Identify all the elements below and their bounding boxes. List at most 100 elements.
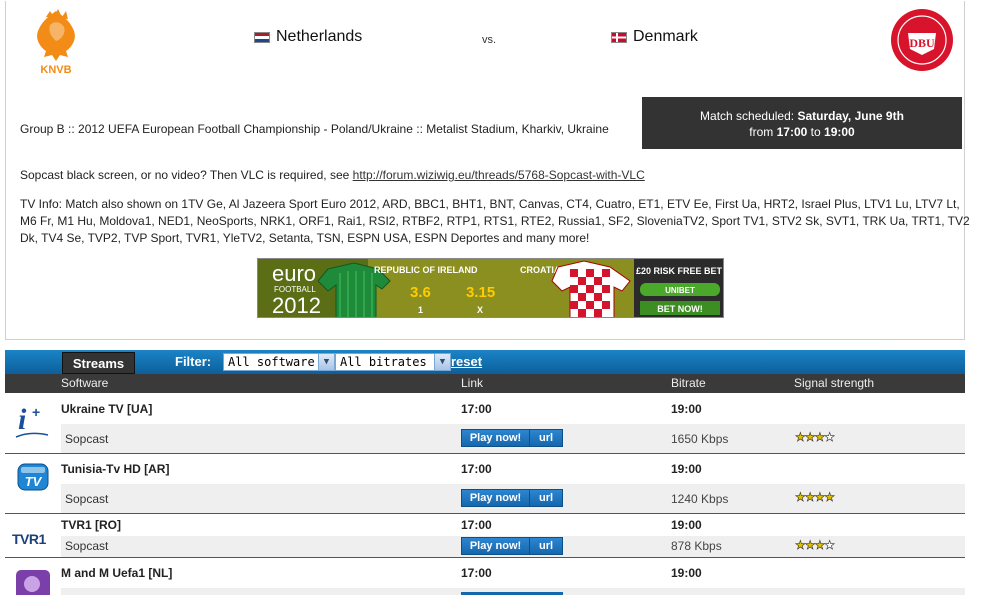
stream-start: 17:00 (461, 462, 492, 476)
star-filled-icon: ★ (814, 538, 825, 553)
match-info: Group B :: 2012 UEFA European Football C… (20, 122, 609, 136)
table-row: M and M Uefa1 [NL] 17:00 19:00 (5, 558, 965, 595)
star-filled-icon: ★ (824, 490, 835, 505)
column-software: Software (61, 376, 109, 390)
table-row: i + Ukraine TV [UA] 17:00 19:00 Sopcast … (5, 393, 965, 453)
table-row: TV Tunisia-Tv HD [AR] 17:00 19:00 Sopcas… (5, 454, 965, 513)
stream-name: Tunisia-Tv HD [AR] (61, 462, 170, 476)
signal-stars: ★★★★ (795, 538, 836, 553)
stream-details: Sopcast Play now! url 1240 Kbps ★★★★ (61, 484, 965, 513)
star-filled-icon: ★ (795, 490, 806, 505)
software-select-value: All software (228, 355, 315, 369)
vs-label: vs. (482, 34, 497, 46)
ad-brand: UNIBET (665, 286, 695, 295)
play-now-label[interactable]: Play now! (462, 538, 530, 554)
url-button[interactable]: url (530, 430, 562, 446)
play-now-label[interactable]: Play now! (462, 490, 530, 506)
stream-start: 17:00 (461, 566, 492, 580)
star-filled-icon: ★ (804, 430, 815, 445)
schedule-to: to (810, 125, 821, 139)
star-filled-icon: ★ (804, 538, 815, 553)
mm-logo-icon (16, 570, 50, 595)
signal-stars: ★★★★ (795, 490, 836, 505)
column-signal: Signal strength (794, 376, 875, 390)
stream-end: 19:00 (671, 566, 702, 580)
home-team-name: Netherlands (276, 28, 363, 45)
tvr1-logo-text: TVR1 (12, 531, 47, 547)
vlc-notice: Sopcast black screen, or no video? Then … (20, 167, 645, 184)
schedule-date: Saturday, June 9th (797, 109, 904, 123)
knvb-logo-icon: KNVB (37, 9, 75, 75)
stream-bitrate: 1650 Kbps (671, 432, 729, 446)
chevron-down-icon[interactable]: ▼ (318, 354, 334, 370)
stream-start: 17:00 (461, 402, 492, 416)
ad-banner[interactable]: euro FOOTBALL 2012 REPUBLIC OF IRELAND C… (257, 258, 724, 318)
stream-software: Sopcast (65, 539, 109, 553)
tunisia-tv-logo-icon: TV (17, 463, 49, 491)
ad-banner-graphic: euro FOOTBALL 2012 REPUBLIC OF IRELAND C… (258, 259, 723, 318)
star-filled-icon: ★ (814, 490, 825, 505)
stream-name: M and M Uefa1 [NL] (61, 566, 173, 580)
schedule-from: from (749, 125, 774, 139)
ad-promo: £20 RISK FREE BET (636, 266, 723, 276)
star-filled-icon: ★ (795, 538, 806, 553)
ad-odd1-label: 1 (418, 305, 423, 315)
denmark-flag-icon (611, 31, 627, 43)
star-filled-icon: ★ (804, 490, 815, 505)
stream-start: 17:00 (461, 518, 492, 532)
star-empty-icon: ★ (824, 538, 835, 553)
ad-oddx: 3.15 (466, 284, 495, 301)
schedule-box: Match scheduled: Saturday, June 9th from… (642, 97, 962, 149)
tvr1-logo-icon: TVR1 (12, 531, 47, 547)
star-empty-icon: ★ (824, 430, 835, 445)
netherlands-flag-icon (254, 31, 270, 43)
play-now-button[interactable]: Play now! url (461, 429, 563, 447)
stream-end: 19:00 (671, 462, 702, 476)
stream-details: Sopcast Play now! url 1650 Kbps ★★★★ (61, 424, 965, 453)
chevron-down-icon[interactable]: ▼ (434, 354, 450, 370)
play-now-button[interactable]: Play now! url (461, 537, 563, 555)
svg-text:i: i (18, 403, 27, 436)
away-team: Denmark (611, 28, 698, 46)
bitrate-select-value: All bitrates (340, 355, 427, 369)
tv-info: TV Info: Match also shown on 1TV Ge, Al … (20, 197, 970, 245)
stream-software: Sopcast (65, 492, 109, 506)
stream-details: Sopcast Play now! url 878 Kbps ★★★★ (61, 536, 965, 557)
stream-details (61, 588, 965, 595)
vlc-forum-link[interactable]: http://forum.wiziwig.eu/threads/5768-Sop… (353, 168, 645, 182)
tab-streams[interactable]: Streams (62, 352, 135, 374)
column-header: Software Link Bitrate Signal strength (5, 374, 965, 393)
reset-link[interactable]: reset (451, 354, 482, 369)
ad-oddx-label: X (477, 305, 483, 315)
away-team-name: Denmark (633, 28, 698, 45)
table-row: TVR1 TVR1 [RO] 17:00 19:00 Sopcast Play … (5, 514, 965, 557)
stream-name: TVR1 [RO] (61, 518, 121, 532)
play-now-label[interactable]: Play now! (462, 430, 530, 446)
stream-end: 19:00 (671, 402, 702, 416)
i-plus-logo-icon: i + (15, 403, 49, 438)
schedule-end: 19:00 (824, 125, 855, 139)
svg-text:+: + (32, 404, 40, 420)
software-select[interactable]: All software ▼ (223, 353, 335, 371)
url-button[interactable]: url (530, 538, 562, 554)
ad-year: 2012 (272, 293, 321, 318)
dbu-logo-icon: DBU (891, 9, 953, 71)
ad-euro: euro (272, 261, 316, 286)
streams-toolbar: Streams Filter: All software ▼ All bitra… (5, 350, 965, 374)
schedule-prefix: Match scheduled: (700, 109, 795, 123)
stream-bitrate: 878 Kbps (671, 539, 722, 553)
bitrate-select[interactable]: All bitrates ▼ (335, 353, 451, 371)
match-panel: KNVB Netherlands vs. Denmark DBU Match s… (5, 1, 970, 340)
home-team: Netherlands (254, 28, 362, 46)
stream-name: Ukraine TV [UA] (61, 402, 153, 416)
url-button[interactable]: url (530, 490, 562, 506)
column-bitrate: Bitrate (671, 376, 706, 390)
ad-cta: BET NOW! (657, 304, 703, 314)
stream-software: Sopcast (65, 432, 109, 446)
play-now-button[interactable]: Play now! url (461, 489, 563, 507)
filter-label: Filter: (175, 354, 212, 369)
schedule-start: 17:00 (776, 125, 808, 139)
stream-end: 19:00 (671, 518, 702, 532)
vlc-notice-text: Sopcast black screen, or no video? Then … (20, 168, 350, 182)
column-link: Link (461, 376, 484, 390)
